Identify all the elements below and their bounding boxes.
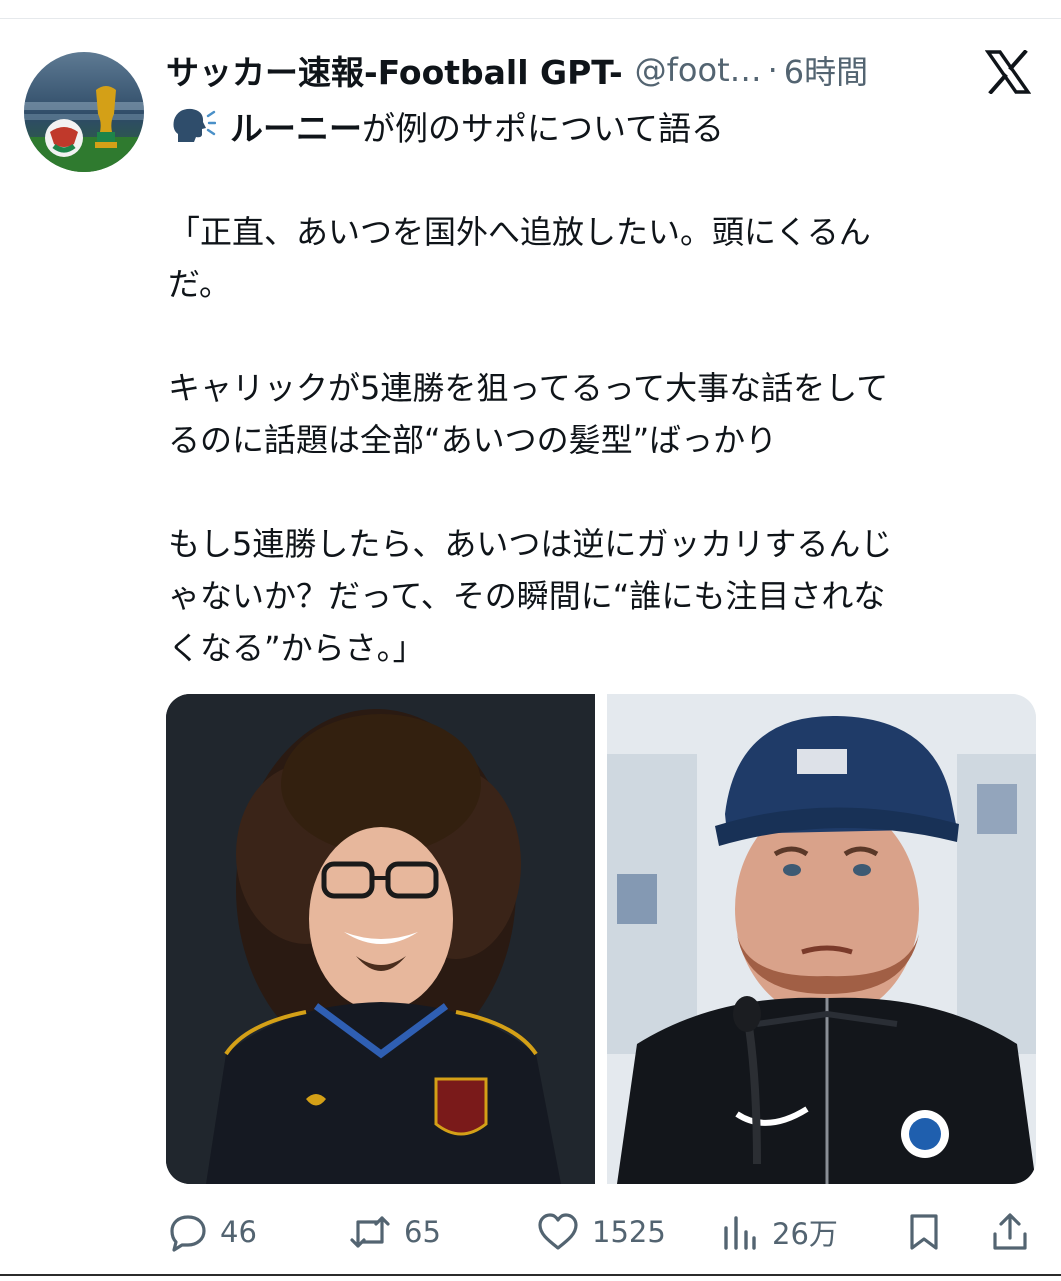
headline-text: が例のサポについて語る xyxy=(362,109,725,148)
views-count: 26万 xyxy=(772,1217,838,1251)
author-handle[interactable]: @foot… xyxy=(635,51,762,89)
bottom-divider xyxy=(0,1274,1061,1276)
reply-icon xyxy=(170,1215,206,1252)
top-divider xyxy=(0,18,1061,19)
heart-icon xyxy=(538,1213,578,1250)
author-avatar[interactable] xyxy=(24,52,144,172)
media-photo-fan[interactable] xyxy=(166,694,595,1184)
avatar-image xyxy=(24,52,144,172)
post-body: 「正直、あいつを国外へ追放したい。頭にくるん だ。 キャリックが5連勝を狙ってる… xyxy=(168,206,1038,674)
share-icon xyxy=(993,1213,1027,1250)
views-icon xyxy=(724,1216,756,1250)
like-button[interactable]: 1525 xyxy=(536,1204,666,1260)
post-paragraph: キャリックが5連勝を狙ってるって大事な話をして るのに話題は全部“あいつの髪型”… xyxy=(168,369,889,459)
headline-subject: ルーニー xyxy=(230,109,362,148)
views-button[interactable]: 26万 xyxy=(720,1204,838,1260)
post-header: サッカー速報-Football GPT- @foot… · 6時間 xyxy=(166,48,868,92)
repost-icon xyxy=(350,1216,390,1248)
post-paragraph: 「正直、あいつを国外へ追放したい。頭にくるん だ。 xyxy=(168,213,871,303)
reply-button[interactable]: 46 xyxy=(168,1204,257,1260)
bookmark-button[interactable] xyxy=(904,1204,956,1260)
reply-count: 46 xyxy=(220,1215,257,1249)
bookmark-icon xyxy=(910,1214,938,1250)
media-photo-rooney[interactable] xyxy=(607,694,1036,1184)
x-logo-icon xyxy=(985,50,1031,94)
speaking-head-icon xyxy=(173,108,216,142)
post-paragraph: もし5連勝したら、あいつは逆にガッカリするんじ ゃないか？だって、その瞬間に“誰… xyxy=(168,525,893,667)
media-grid xyxy=(166,694,1036,1184)
like-count: 1525 xyxy=(592,1215,666,1249)
rooney-photo xyxy=(607,694,1036,1184)
action-bar: 46 65 1525 26万 xyxy=(0,1204,1061,1260)
post-time[interactable]: 6時間 xyxy=(784,47,868,93)
repost-button[interactable]: 65 xyxy=(348,1204,441,1260)
fan-photo xyxy=(166,694,595,1184)
media-divider xyxy=(595,694,607,1184)
author-name[interactable]: サッカー速報-Football GPT- xyxy=(166,46,623,94)
header-separator: · xyxy=(767,51,778,89)
repost-count: 65 xyxy=(404,1215,441,1249)
post-headline: ルーニー が例のサポについて語る xyxy=(170,103,724,149)
share-button[interactable] xyxy=(990,1204,1042,1260)
